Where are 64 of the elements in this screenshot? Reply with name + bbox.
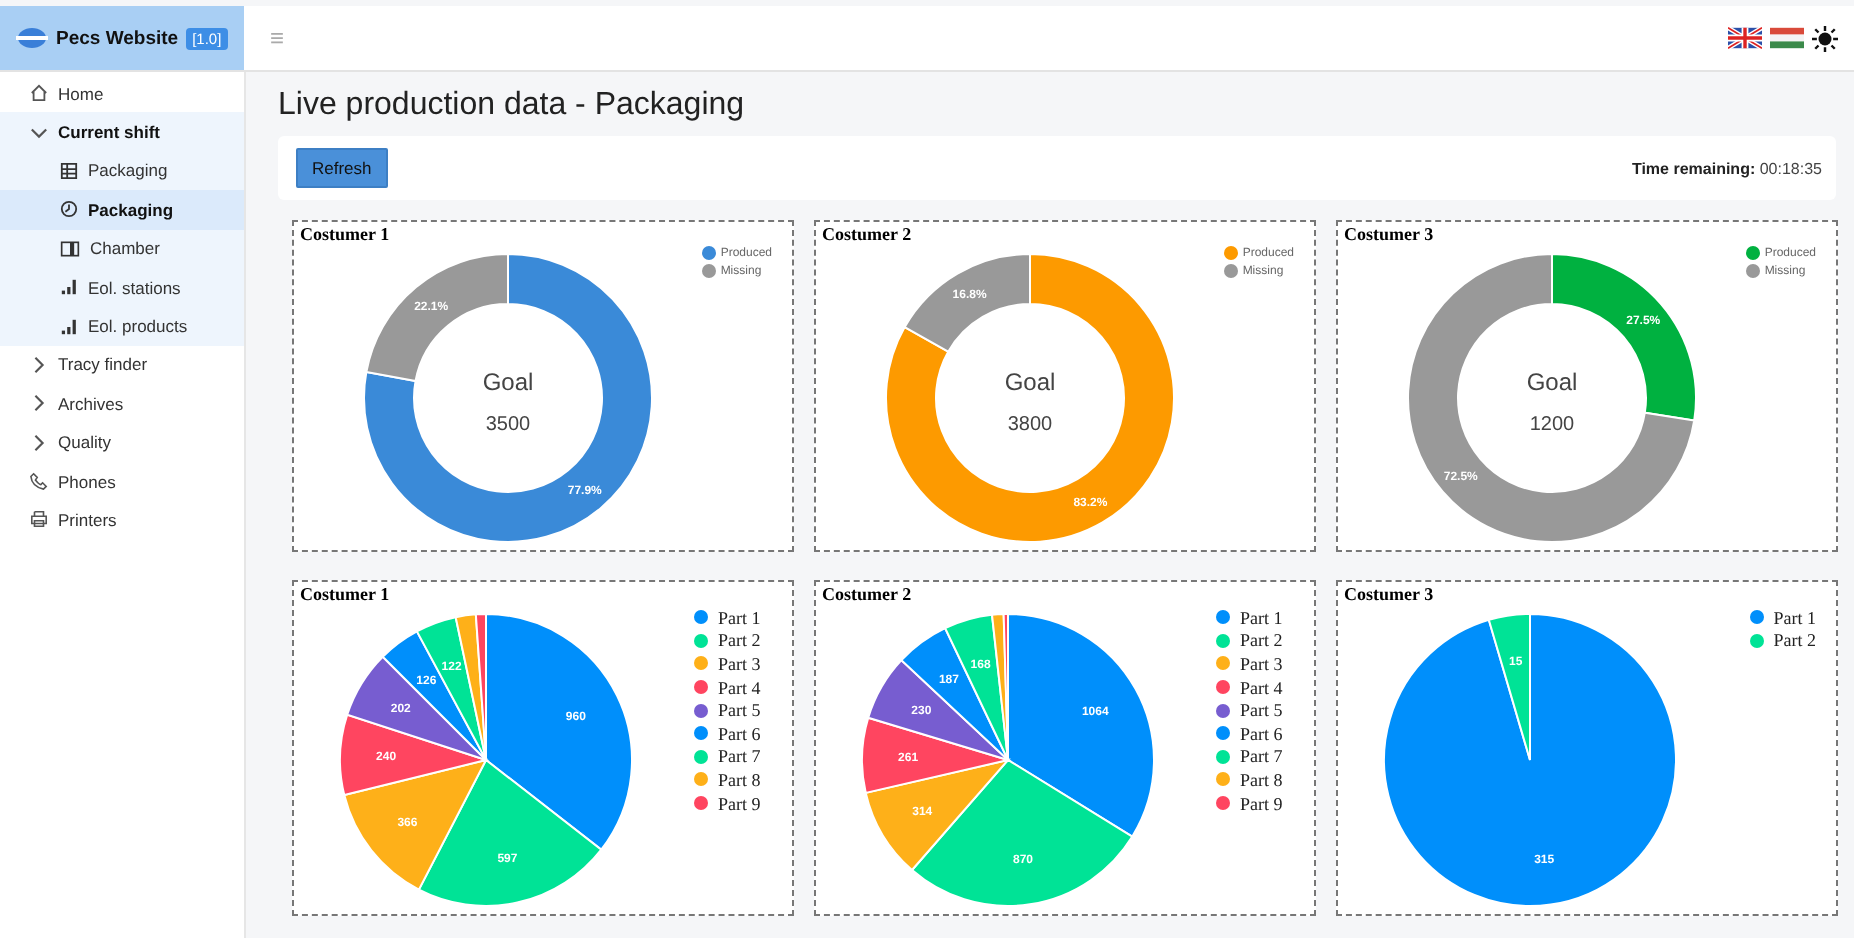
nav-item[interactable]: Quality bbox=[0, 423, 244, 462]
site-title: Pecs Website bbox=[56, 27, 179, 49]
legend-label: Part 1 bbox=[1773, 607, 1816, 628]
clock-icon bbox=[60, 200, 78, 219]
legend-label: Part 4 bbox=[1240, 677, 1283, 698]
chart-title: Costumer 1 bbox=[300, 224, 390, 244]
uk-flag-icon[interactable] bbox=[1728, 26, 1762, 50]
chevron-right-icon bbox=[30, 355, 48, 374]
bar-chart-icon bbox=[60, 278, 78, 297]
legend-label: Part 2 bbox=[718, 630, 761, 651]
time-remaining: Time remaining: 00:18:35 bbox=[1631, 159, 1822, 177]
legend-label: Part 6 bbox=[1240, 723, 1283, 744]
legend-label: Part 6 bbox=[718, 723, 761, 744]
nav-item[interactable]: Archives bbox=[0, 384, 244, 424]
goal-value: 3500 bbox=[485, 414, 531, 436]
chevron-right-icon bbox=[30, 394, 48, 413]
legend-label: Part 7 bbox=[718, 746, 761, 767]
table-icon bbox=[60, 161, 78, 180]
nav-item[interactable]: Tracy finder bbox=[0, 345, 244, 385]
logo-icon bbox=[16, 26, 48, 50]
chart-title: Costumer 3 bbox=[1344, 584, 1434, 604]
panel-icon bbox=[60, 239, 80, 258]
nav-item[interactable]: Chamber bbox=[0, 229, 244, 268]
chevron-right-icon bbox=[30, 433, 48, 452]
legend-label: Part 9 bbox=[1240, 793, 1283, 814]
legend-label: Part 8 bbox=[718, 769, 761, 790]
legend-label: Part 2 bbox=[1773, 630, 1816, 651]
chart-title: Costumer 3 bbox=[1344, 224, 1434, 244]
legend-label: Part 8 bbox=[1240, 769, 1283, 790]
hungary-flag-icon[interactable] bbox=[1770, 26, 1804, 50]
nav-item[interactable]: Phones bbox=[0, 461, 244, 501]
legend-label: Part 4 bbox=[718, 677, 761, 698]
nav-item[interactable]: Eol. stations bbox=[0, 267, 244, 307]
nav-item[interactable]: Home bbox=[0, 74, 244, 113]
chart-title: Costumer 2 bbox=[822, 584, 912, 604]
home-icon bbox=[30, 84, 48, 103]
nav-item[interactable]: Current shift bbox=[0, 112, 244, 152]
page-title: Live production data - Packaging bbox=[278, 88, 747, 124]
goal-label: Goal bbox=[1004, 368, 1056, 396]
bar-chart-icon bbox=[60, 317, 78, 336]
legend-label: Part 5 bbox=[718, 700, 761, 721]
legend-label: Part 7 bbox=[1240, 746, 1283, 767]
nav-item[interactable]: Printers bbox=[0, 500, 244, 540]
goal-label: Goal bbox=[482, 368, 534, 396]
legend-label: Part 3 bbox=[718, 653, 761, 674]
legend-label: Part 1 bbox=[1240, 607, 1283, 628]
nav-item[interactable]: Eol. products bbox=[0, 306, 244, 346]
legend-label: Part 1 bbox=[718, 607, 761, 628]
printer-icon bbox=[30, 510, 48, 529]
sun-icon[interactable] bbox=[1812, 25, 1838, 51]
goal-value: 1200 bbox=[1529, 414, 1575, 436]
goal-value: 3800 bbox=[1007, 414, 1053, 436]
chart-title: Costumer 2 bbox=[822, 224, 912, 244]
legend-label: Part 2 bbox=[1240, 630, 1283, 651]
chevron-down-icon bbox=[30, 123, 48, 142]
legend-label: Part 5 bbox=[1240, 700, 1283, 721]
legend-label: Part 3 bbox=[1240, 653, 1283, 674]
refresh-button[interactable]: Refresh bbox=[296, 148, 388, 188]
phone-icon bbox=[30, 472, 48, 491]
goal-label: Goal bbox=[1526, 368, 1578, 396]
nav-item[interactable]: Packaging bbox=[0, 190, 244, 230]
chart-title: Costumer 1 bbox=[300, 584, 390, 604]
nav-item[interactable]: Packaging bbox=[0, 151, 244, 191]
legend-label: Part 9 bbox=[718, 793, 761, 814]
